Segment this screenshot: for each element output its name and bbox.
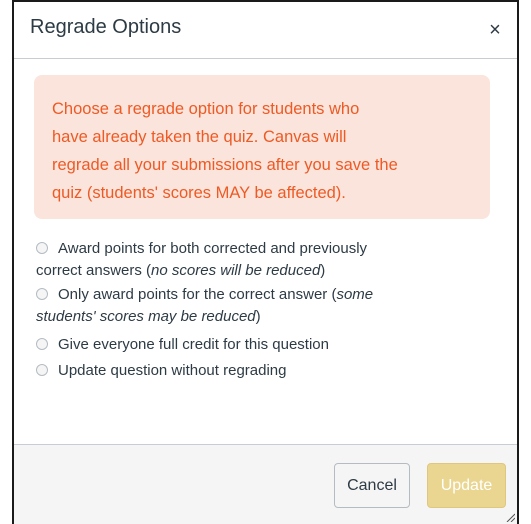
option-award-both-label: Award points for both corrected and prev…: [58, 240, 368, 257]
cancel-button[interactable]: Cancel: [334, 463, 410, 508]
alert-line: regrade all your submissions after you s…: [52, 156, 398, 174]
option-award-correct-only-note-cont: students' scores may be reduced: [36, 308, 256, 325]
option-award-both-note: no scores will be reduced: [151, 262, 321, 279]
close-icon[interactable]: ×: [483, 18, 507, 42]
alert-line: Choose a regrade option for students who: [52, 100, 360, 118]
option-award-correct-only-note: some: [336, 286, 374, 303]
radio-award-correct-only[interactable]: [36, 288, 48, 300]
regrade-options-dialog: Regrade Options × Choose a regrade optio…: [12, 0, 519, 524]
option-award-both-label-cont: correct answers (: [36, 262, 152, 279]
option-no-regrade[interactable]: Update question without regrading: [36, 360, 506, 382]
dialog-title: Regrade Options: [30, 16, 182, 38]
resize-grip-icon[interactable]: [505, 512, 515, 522]
option-award-both[interactable]: Award points for both corrected and prev…: [36, 238, 506, 282]
radio-award-both[interactable]: [36, 242, 48, 254]
regrade-warning-alert: Choose a regrade option for students who…: [34, 75, 490, 219]
dialog-titlebar: Regrade Options ×: [14, 2, 517, 59]
option-full-credit[interactable]: Give everyone full credit for this quest…: [36, 334, 506, 356]
radio-full-credit[interactable]: [36, 338, 48, 350]
option-award-correct-only-close: ): [255, 308, 261, 325]
update-button[interactable]: Update: [427, 463, 506, 508]
option-no-regrade-label: Update question without regrading: [58, 362, 287, 379]
option-award-correct-only-label: Only award points for the correct answer…: [58, 286, 337, 303]
dialog-footer: Cancel Update: [14, 444, 517, 524]
option-full-credit-label: Give everyone full credit for this quest…: [58, 336, 329, 353]
radio-no-regrade[interactable]: [36, 364, 48, 376]
alert-line: quiz (students' scores MAY be affected).: [52, 184, 346, 202]
option-award-correct-only[interactable]: Only award points for the correct answer…: [36, 284, 506, 328]
option-award-both-close: ): [320, 262, 326, 279]
alert-line: have already taken the quiz. Canvas will: [52, 128, 347, 146]
regrade-options-list: Award points for both corrected and prev…: [36, 238, 506, 384]
